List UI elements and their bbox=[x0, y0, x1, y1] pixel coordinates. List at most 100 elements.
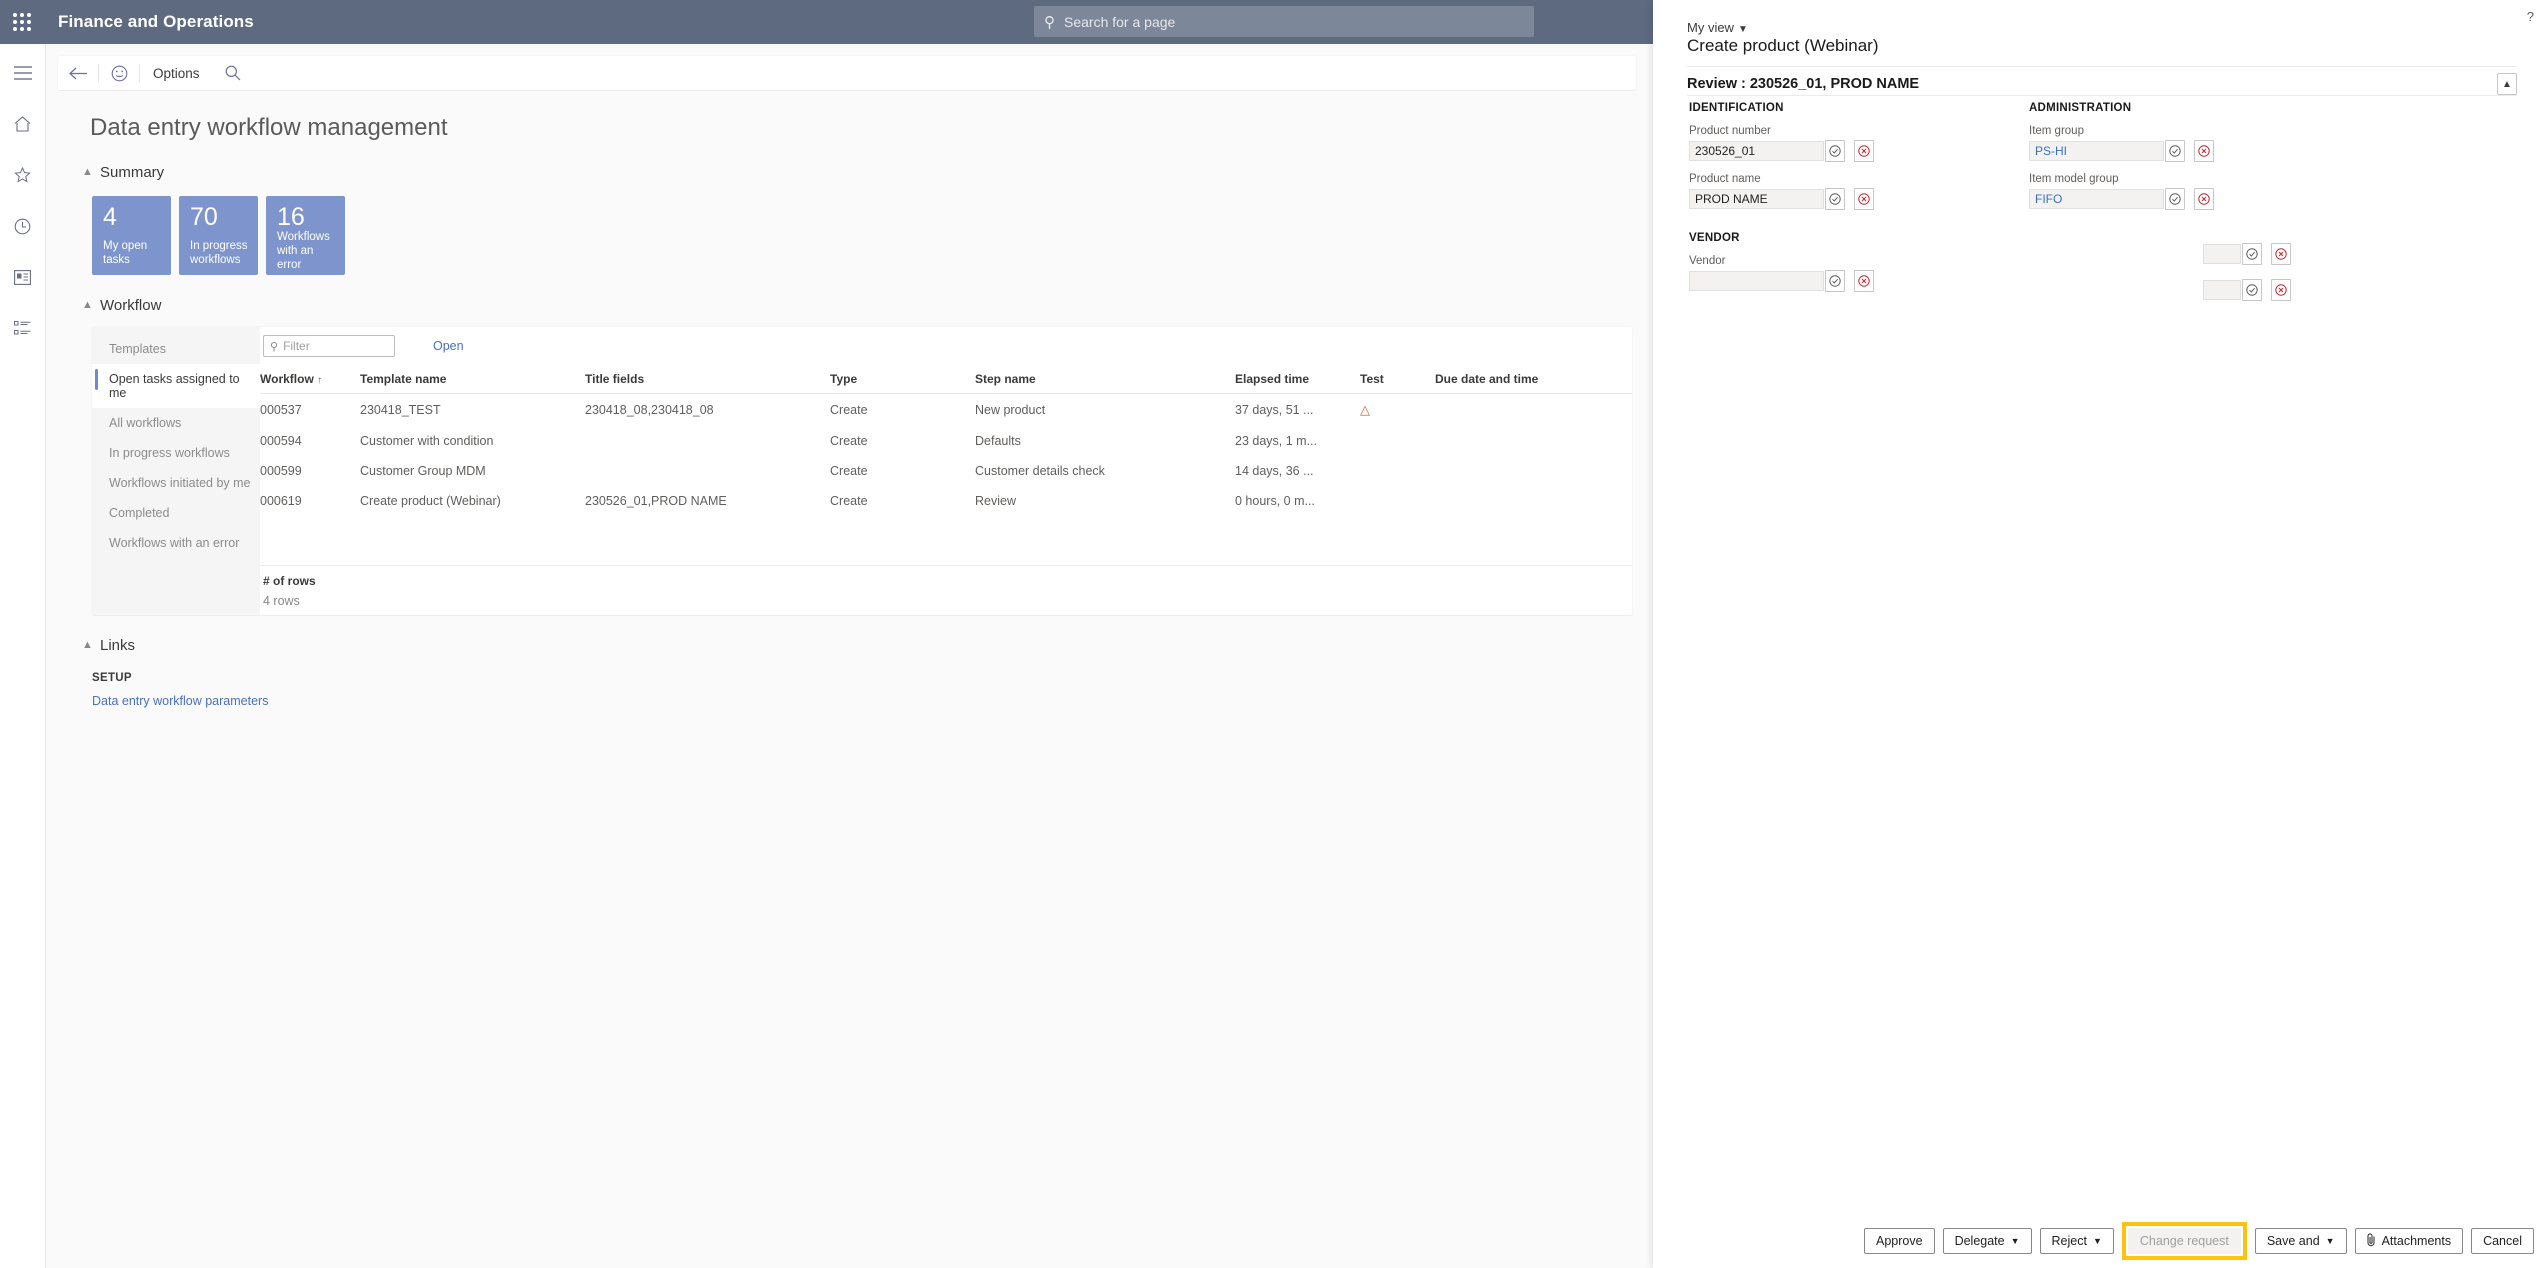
workspaces-icon[interactable] bbox=[8, 262, 38, 292]
cancel-button[interactable]: Cancel bbox=[2471, 1228, 2534, 1254]
accept-field-button[interactable] bbox=[2242, 279, 2262, 301]
cell-workflow: 000594 bbox=[260, 434, 302, 448]
sidebar-item-open-tasks-assigned-to-me[interactable]: Open tasks assigned to me bbox=[92, 364, 260, 408]
app-launcher-icon[interactable] bbox=[0, 0, 44, 44]
links-section-title: Links bbox=[100, 637, 136, 654]
cell-template-name: Customer Group MDM bbox=[360, 464, 486, 478]
reject-field-button[interactable] bbox=[1854, 188, 1874, 210]
product-name-input[interactable]: PROD NAME bbox=[1689, 189, 1824, 209]
clock-icon[interactable] bbox=[8, 211, 38, 241]
button-label: Approve bbox=[1876, 1234, 1923, 1248]
link-data-entry-workflow-parameters[interactable]: Data entry workflow parameters bbox=[92, 694, 1653, 708]
hamburger-icon[interactable] bbox=[8, 58, 38, 88]
field-product-name: Product name PROD NAME bbox=[1689, 173, 1979, 210]
chevron-up-icon: ▲ bbox=[82, 165, 93, 178]
sidebar-item-workflows-with-an-error[interactable]: Workflows with an error bbox=[92, 528, 260, 558]
summary-section-title: Summary bbox=[100, 164, 165, 181]
slider-action-bar: Approve Delegate ▼ Reject ▼ Change reque… bbox=[1653, 1214, 2548, 1268]
view-selector[interactable]: My view ▼ bbox=[1687, 20, 1748, 35]
column-header-elapsed-time[interactable]: Elapsed time bbox=[1235, 365, 1360, 394]
table-row[interactable]: 000599 Customer Group MDM Create Custome… bbox=[260, 456, 1632, 486]
help-icon[interactable]: ? bbox=[2527, 9, 2534, 24]
cell-type: Create bbox=[830, 434, 868, 448]
column-header-workflow[interactable]: Workflow ↑ bbox=[260, 365, 360, 394]
page-title: Data entry workflow management bbox=[90, 114, 448, 141]
home-icon[interactable] bbox=[8, 109, 38, 139]
review-section-title: Review : 230526_01, PROD NAME bbox=[1687, 76, 1920, 92]
modules-icon[interactable] bbox=[8, 313, 38, 343]
table-row[interactable]: 000619 Create product (Webinar) 230526_0… bbox=[260, 486, 1632, 516]
tile-label: My open tasks bbox=[103, 240, 148, 266]
tile-in-progress-workflows[interactable]: 70 In progress workflows bbox=[179, 196, 258, 275]
summary-section-header[interactable]: ▲ Summary bbox=[82, 164, 1653, 181]
column-header-due-date-and-time[interactable]: Due date and time bbox=[1435, 365, 1632, 394]
accept-field-button[interactable] bbox=[1825, 188, 1845, 210]
sidebar-item-in-progress-workflows[interactable]: In progress workflows bbox=[92, 438, 260, 468]
cell-title-fields: 230418_08,230418_08 bbox=[585, 403, 714, 417]
field-occluded-2 bbox=[2029, 279, 2389, 301]
reject-field-button[interactable] bbox=[2271, 279, 2291, 301]
column-header-title-fields[interactable]: Title fields bbox=[585, 365, 830, 394]
reject-button[interactable]: Reject ▼ bbox=[2039, 1228, 2114, 1254]
cell-title-fields bbox=[585, 456, 830, 486]
reject-field-button[interactable] bbox=[2271, 243, 2291, 265]
links-section-header[interactable]: ▲ Links bbox=[82, 637, 1653, 654]
attachments-button[interactable]: Attachments bbox=[2354, 1228, 2464, 1254]
command-bar: Options bbox=[58, 56, 1636, 90]
vendor-input[interactable] bbox=[1689, 271, 1824, 291]
table-row[interactable]: 000537 230418_TEST 230418_08,230418_08 C… bbox=[260, 394, 1632, 427]
accept-field-button[interactable] bbox=[1825, 140, 1845, 162]
accept-field-button[interactable] bbox=[2165, 188, 2185, 210]
workflow-nav-list: Templates Open tasks assigned to me All … bbox=[92, 327, 260, 615]
left-navigation-rail bbox=[0, 44, 46, 1268]
tile-label: In progress workflows bbox=[190, 240, 248, 266]
accept-field-button[interactable] bbox=[2165, 140, 2185, 162]
product-number-input[interactable]: 230526_01 bbox=[1689, 141, 1824, 161]
field-label: Vendor bbox=[1689, 255, 1726, 267]
star-icon[interactable] bbox=[8, 160, 38, 190]
filter-input[interactable]: ⚲ Filter bbox=[263, 335, 395, 357]
reject-field-button[interactable] bbox=[1854, 140, 1874, 162]
column-header-type[interactable]: Type bbox=[830, 365, 975, 394]
tile-workflows-with-an-error[interactable]: 16 Workflows with an error bbox=[266, 196, 345, 275]
workflow-section-header[interactable]: ▲ Workflow bbox=[82, 297, 1653, 314]
global-search-input[interactable]: ⚲ Search for a page bbox=[1034, 6, 1534, 37]
sidebar-item-all-workflows[interactable]: All workflows bbox=[92, 408, 260, 438]
feedback-smiley-icon[interactable] bbox=[99, 56, 139, 90]
tile-my-open-tasks[interactable]: 4 My open tasks bbox=[92, 196, 171, 275]
cell-test bbox=[1360, 486, 1435, 516]
workspace-area: Options Data entry workflow management ▲… bbox=[46, 44, 1653, 1268]
column-header-step-name[interactable]: Step name bbox=[975, 365, 1235, 394]
collapse-section-button[interactable]: ▲ bbox=[2497, 73, 2517, 95]
item-group-input[interactable]: PS-HI bbox=[2029, 141, 2164, 161]
item-model-group-input[interactable]: FIFO bbox=[2029, 189, 2164, 209]
divider bbox=[1687, 95, 2517, 96]
options-button[interactable]: Options bbox=[140, 66, 213, 81]
open-button[interactable]: Open bbox=[433, 339, 464, 353]
delegate-button[interactable]: Delegate ▼ bbox=[1942, 1228, 2032, 1254]
back-arrow-icon[interactable] bbox=[58, 56, 98, 90]
save-and-button[interactable]: Save and ▼ bbox=[2254, 1228, 2347, 1254]
sidebar-item-completed[interactable]: Completed bbox=[92, 498, 260, 528]
column-header-template-name[interactable]: Template name bbox=[360, 365, 585, 394]
column-header-test[interactable]: Test bbox=[1360, 365, 1435, 394]
approve-button[interactable]: Approve bbox=[1864, 1228, 1935, 1254]
cell-workflow: 000537 bbox=[260, 403, 302, 417]
chevron-down-icon: ▼ bbox=[2010, 1236, 2020, 1246]
reject-field-button[interactable] bbox=[2194, 140, 2214, 162]
cell-due-date bbox=[1435, 394, 1632, 427]
sidebar-item-workflows-initiated-by-me[interactable]: Workflows initiated by me bbox=[92, 468, 260, 498]
table-row[interactable]: 000594 Customer with condition Create De… bbox=[260, 426, 1632, 456]
reject-field-button[interactable] bbox=[2194, 188, 2214, 210]
occluded-input-2[interactable] bbox=[2203, 280, 2241, 300]
search-icon[interactable] bbox=[213, 56, 253, 90]
accept-field-button[interactable] bbox=[2242, 243, 2262, 265]
cell-title-fields bbox=[585, 426, 830, 456]
sidebar-item-templates[interactable]: Templates bbox=[92, 334, 260, 364]
workflow-section-title: Workflow bbox=[100, 297, 162, 314]
search-icon: ⚲ bbox=[270, 340, 279, 353]
reject-field-button[interactable] bbox=[1854, 270, 1874, 292]
administration-group: ADMINISTRATION Item group PS-HI Item mod… bbox=[2029, 102, 2389, 301]
accept-field-button[interactable] bbox=[1825, 270, 1845, 292]
occluded-input-1[interactable] bbox=[2203, 244, 2241, 264]
